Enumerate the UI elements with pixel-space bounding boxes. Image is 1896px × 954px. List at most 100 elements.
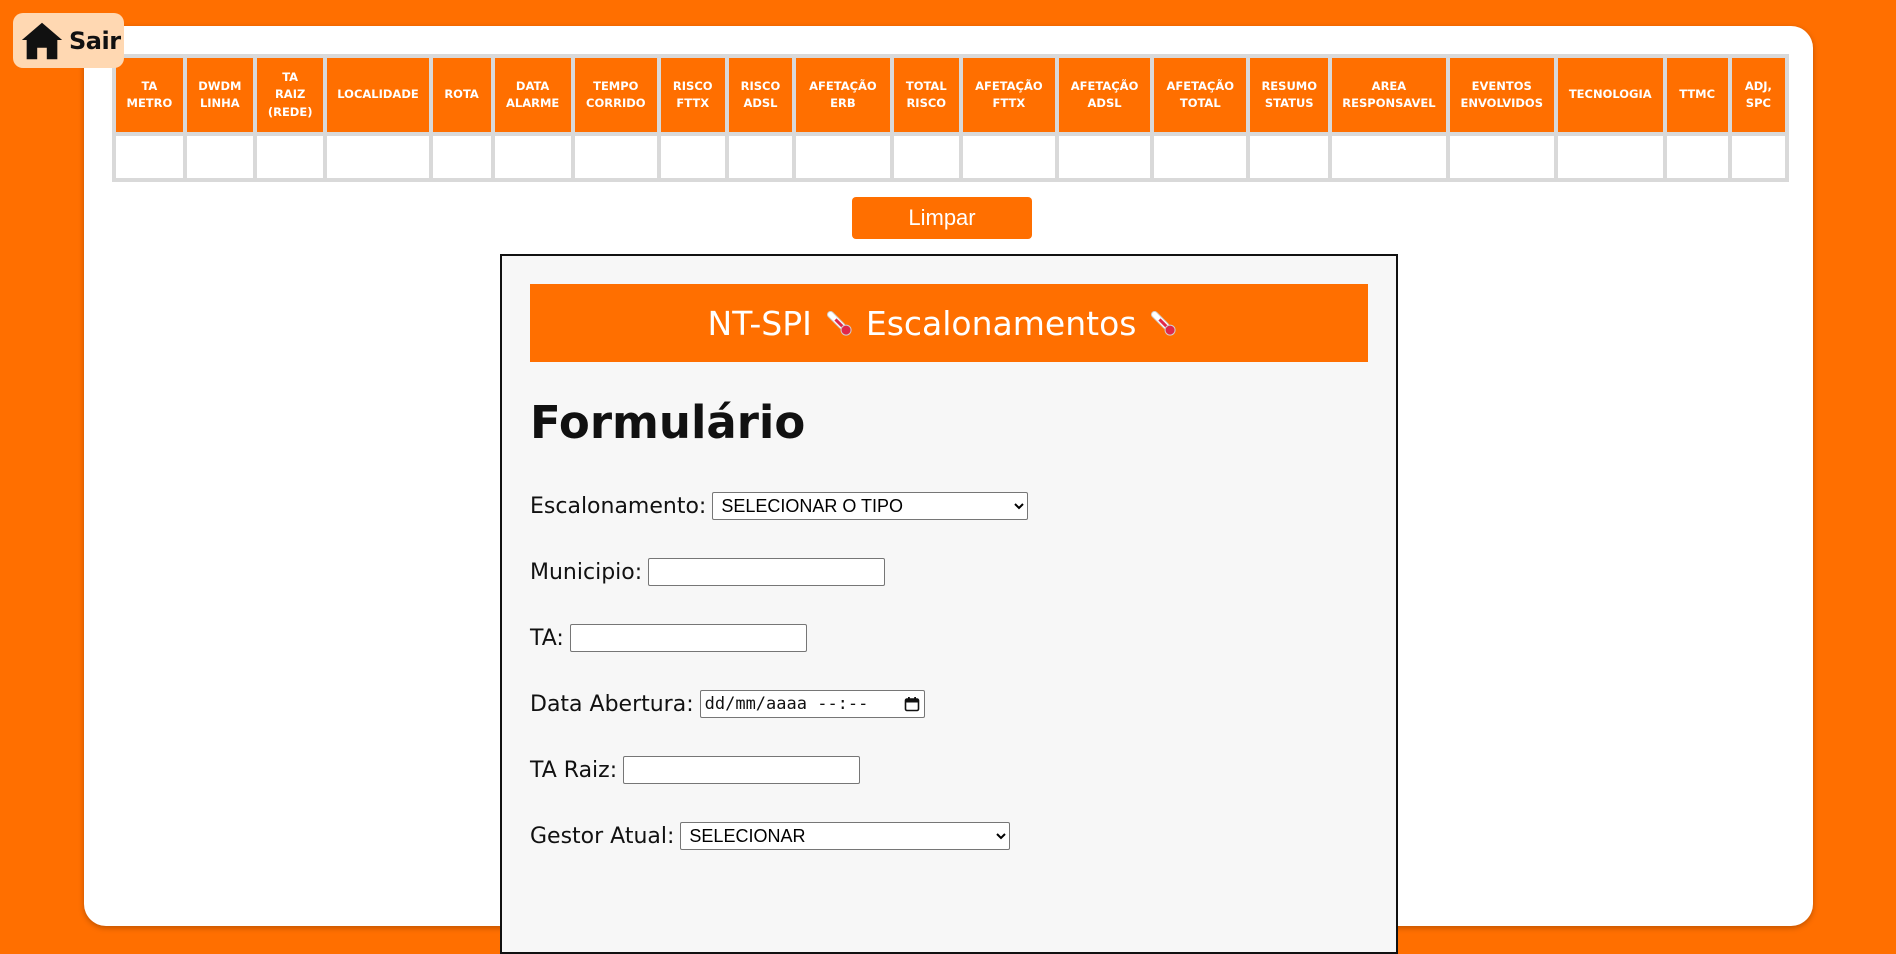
column-header: RISCO FTTX	[660, 58, 725, 132]
table-cell	[1250, 136, 1329, 178]
table-header-row: TA METRO DWDM LINHA TA RAIZ (REDE) LOCALIDADE RO…	[116, 58, 1785, 132]
column-header-text: ADSL	[743, 96, 778, 110]
column-header-text: ALARME	[505, 96, 560, 110]
column-header-text: TEMPO	[593, 78, 639, 93]
column-header-text: LINHA	[199, 96, 240, 110]
table-cell	[432, 136, 491, 178]
form-header: NT-SPI Escalonamentos	[530, 284, 1368, 362]
column-header-text: AFETAÇÃO	[975, 78, 1043, 93]
column-header-text: DWDM	[198, 78, 242, 93]
column-header: DATA ALARME	[494, 58, 571, 132]
column-header: LOCALIDADE	[327, 58, 429, 132]
column-header: EVENTOS ENVOLVIDOS	[1449, 58, 1554, 132]
ta-raiz-row: TA Raiz:	[530, 756, 861, 784]
table-cell	[1449, 136, 1554, 178]
column-header: AFETAÇÃO ERB	[796, 58, 890, 132]
ta-input[interactable]	[569, 624, 807, 652]
column-header-text: TTMC	[1679, 87, 1716, 102]
column-header-text: EVENTOS	[1471, 78, 1532, 93]
column-header-text: RISCO	[672, 78, 713, 93]
column-header: AFETAÇÃO ADSL	[1058, 58, 1151, 132]
column-header-text: FTTX	[676, 96, 710, 110]
column-header-text: RAIZ	[274, 87, 306, 102]
calendar-icon[interactable]	[904, 696, 920, 712]
column-header-text: TECNOLOGIA	[1568, 87, 1652, 102]
column-header-text: ADJ,	[1744, 78, 1772, 93]
column-header: TOTAL RISCO	[893, 58, 960, 132]
escalonamento-label: Escalonamento:	[530, 493, 707, 519]
alarm-table: TA METRO DWDM LINHA TA RAIZ (REDE) LOCALIDADE RO…	[112, 54, 1789, 182]
ta-raiz-input[interactable]	[623, 756, 861, 784]
column-header: RISCO ADSL	[728, 58, 793, 132]
gestor-atual-row: Gestor Atual: SELECIONAR	[530, 822, 1011, 850]
data-abertura-input[interactable]: dd/mm/aaaa --:--	[699, 690, 925, 718]
form-title: Formulário	[530, 396, 806, 449]
column-header: DWDM LINHA	[186, 58, 253, 132]
data-abertura-label: Data Abertura:	[530, 691, 694, 717]
thermometer-icon	[826, 311, 852, 336]
column-header-text: TOTAL	[905, 78, 947, 93]
column-header: ROTA	[432, 58, 491, 132]
form-header-title-left: NT-SPI	[707, 303, 812, 343]
ta-row: TA:	[530, 624, 807, 652]
table-cell	[728, 136, 793, 178]
column-header-text: ERB	[830, 96, 856, 110]
form-header-title-right: Escalonamentos	[865, 303, 1137, 343]
table-cell	[796, 136, 890, 178]
column-header-text: RESUMO	[1261, 78, 1318, 93]
column-header-text: FTTX	[992, 96, 1026, 110]
table-cell	[186, 136, 253, 178]
column-header-text: TOTAL	[1179, 96, 1221, 110]
exit-label: Sair	[69, 26, 121, 55]
table-cell	[327, 136, 429, 178]
form-container: NT-SPI Escalonamentos Formulário Escalon…	[500, 254, 1398, 954]
home-icon	[21, 22, 63, 59]
column-header: ADJ, SPC	[1731, 58, 1785, 132]
table-cell	[1666, 136, 1728, 178]
column-header-text: METRO	[126, 96, 173, 110]
column-header-text: (REDE)	[267, 104, 313, 119]
column-header-text: TA	[282, 70, 299, 85]
gestor-atual-select[interactable]: SELECIONAR	[680, 822, 1011, 850]
column-header-text: RESPONSAVEL	[1342, 96, 1436, 110]
table-cell	[1731, 136, 1785, 178]
data-abertura-row: Data Abertura: dd/mm/aaaa --:--	[530, 690, 925, 718]
table-cell	[1154, 136, 1247, 178]
table-cell	[660, 136, 725, 178]
column-header-text: AFETAÇÃO	[809, 78, 877, 93]
table-cell	[574, 136, 657, 178]
table-cell	[963, 136, 1055, 178]
escalonamento-row: Escalonamento: SELECIONAR O TIPO	[530, 492, 1029, 520]
column-header: AFETAÇÃO FTTX	[963, 58, 1055, 132]
column-header-text: RISCO	[906, 96, 947, 110]
municipio-row: Municipio:	[530, 558, 886, 586]
column-header: RESUMO STATUS	[1250, 58, 1329, 132]
clear-button[interactable]: Limpar	[852, 197, 1032, 239]
column-header: TA RAIZ (REDE)	[256, 58, 324, 132]
column-header-text: ADSL	[1087, 96, 1122, 110]
ta-label: TA:	[530, 625, 564, 651]
column-header: TEMPO CORRIDO	[574, 58, 657, 132]
column-header-text: RISCO	[740, 78, 781, 93]
column-header: AREA RESPONSAVEL	[1332, 58, 1446, 132]
gestor-atual-label: Gestor Atual:	[530, 823, 675, 849]
alarm-table-container: TA METRO DWDM LINHA TA RAIZ (REDE) LOCALIDADE RO…	[112, 54, 1789, 182]
column-header-text: LOCALIDADE	[337, 87, 419, 102]
column-header-text: SPC	[1745, 96, 1771, 110]
column-header: TA METRO	[116, 58, 183, 132]
table-cell	[116, 136, 183, 178]
municipio-label: Municipio:	[530, 559, 643, 585]
exit-button[interactable]: Sair	[13, 13, 124, 68]
column-header-text: CORRIDO	[586, 96, 646, 110]
column-header-text: DATA	[515, 78, 550, 93]
table-cell	[893, 136, 960, 178]
column-header-text: ENVOLVIDOS	[1460, 96, 1543, 110]
ta-raiz-label: TA Raiz:	[530, 757, 618, 783]
table-cell	[494, 136, 571, 178]
column-header-text: ROTA	[444, 87, 479, 102]
column-header-text: STATUS	[1264, 96, 1314, 110]
column-header-text: TA	[141, 78, 158, 93]
escalonamento-select[interactable]: SELECIONAR O TIPO	[712, 492, 1029, 520]
municipio-input[interactable]	[648, 558, 886, 586]
table-cell	[1332, 136, 1446, 178]
